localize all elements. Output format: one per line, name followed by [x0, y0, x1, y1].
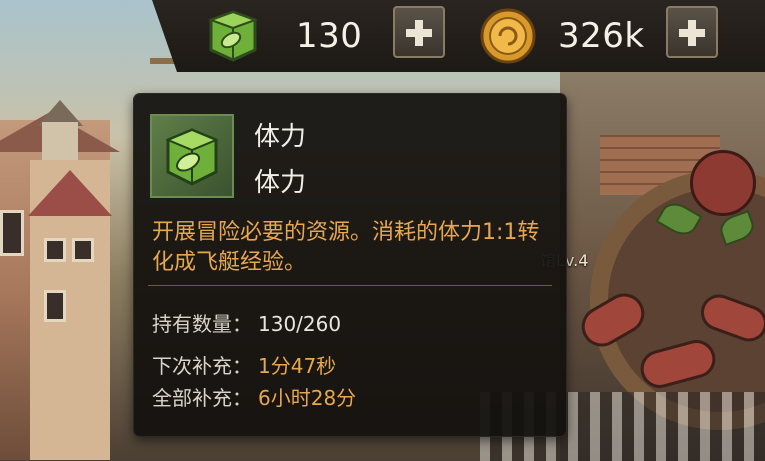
gold-coin-icon[interactable]	[478, 6, 538, 66]
stat-label: 持有数量：	[152, 312, 252, 336]
meat-icon	[690, 150, 756, 216]
stamina-value: 130	[296, 16, 363, 56]
stat-value: 130/260	[258, 312, 342, 336]
stat-value: 1分47秒	[258, 354, 337, 378]
stat-value: 6小时28分	[258, 386, 357, 410]
stat-label: 下次补充：	[152, 354, 252, 378]
stat-full-refill: 全部补充： 6小时28分	[152, 382, 356, 411]
gold-value: 326k	[558, 16, 645, 56]
stamina-cube-icon[interactable]	[203, 6, 263, 66]
left-roof-2	[28, 170, 112, 216]
item-tooltip: 体力 体力 开展冒险必要的资源。消耗的体力1:1转化成飞艇经验。 持有数量： 13…	[134, 94, 566, 436]
add-stamina-button[interactable]	[393, 6, 445, 58]
stamina-cube-icon	[165, 128, 219, 186]
stat-owned: 持有数量： 130/260	[152, 308, 341, 337]
window	[72, 238, 94, 262]
window	[0, 210, 24, 256]
item-description: 开展冒险必要的资源。消耗的体力1:1转化成飞艇经验。	[152, 220, 540, 275]
window	[44, 238, 66, 262]
add-gold-button[interactable]	[666, 6, 718, 58]
window	[44, 290, 66, 322]
item-icon-frame	[150, 114, 234, 198]
stat-label: 全部补充：	[152, 386, 252, 410]
item-name: 体力	[254, 122, 307, 152]
stat-next-refill: 下次补充： 1分47秒	[152, 350, 336, 379]
divider	[148, 285, 552, 286]
item-type: 体力	[254, 168, 307, 198]
